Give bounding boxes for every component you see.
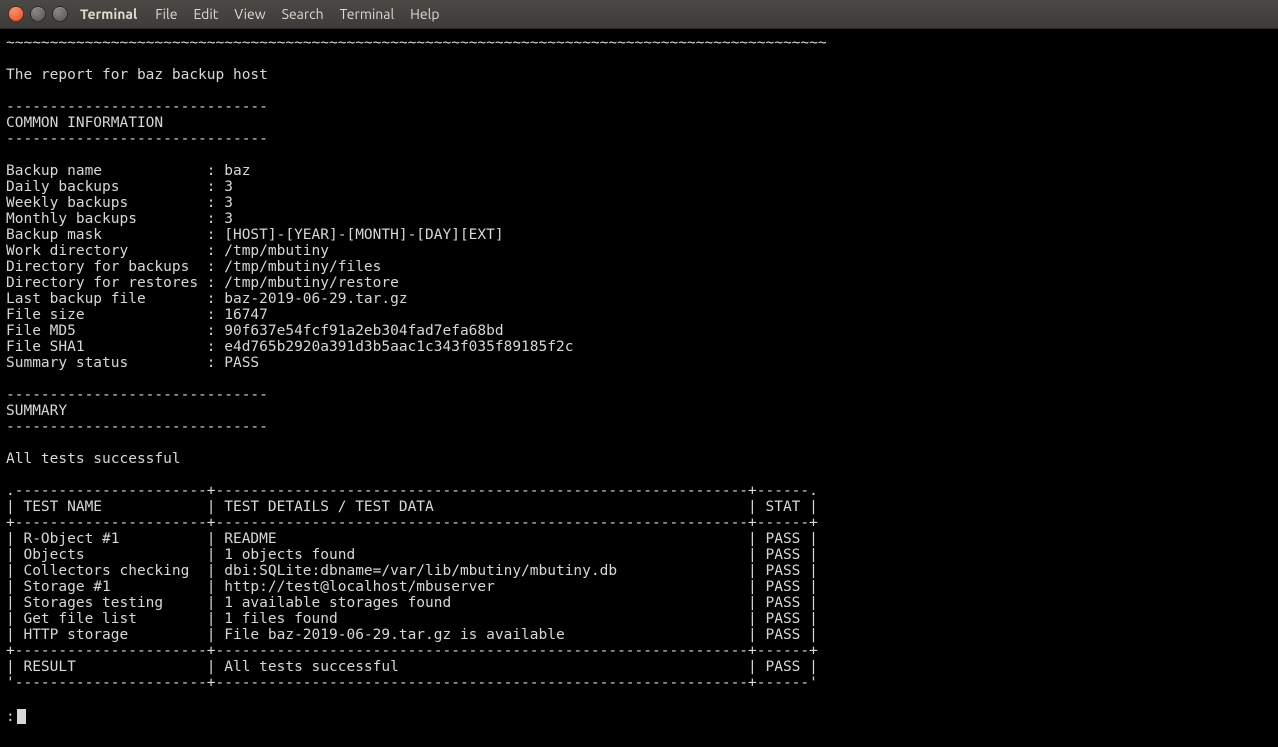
terminal-line: Directory for backups : /tmp/mbutiny/fil… <box>6 259 1272 275</box>
terminal-line: .----------------------+----------------… <box>6 483 1272 499</box>
terminal-line: ------------------------------ <box>6 99 1272 115</box>
terminal-line: +----------------------+----------------… <box>6 643 1272 659</box>
terminal-line: | Objects | 1 objects found | PASS | <box>6 547 1272 563</box>
terminal-line: +----------------------+----------------… <box>6 515 1272 531</box>
terminal-line: COMMON INFORMATION <box>6 115 1272 131</box>
menu-view[interactable]: View <box>226 6 273 22</box>
menu-help[interactable]: Help <box>402 6 447 22</box>
window-titlebar: Terminal File Edit View Search Terminal … <box>0 0 1278 29</box>
menubar: Terminal File Edit View Search Terminal … <box>80 6 448 22</box>
terminal-line <box>6 147 1272 163</box>
terminal-line: ------------------------------ <box>6 387 1272 403</box>
terminal-line: File SHA1 : e4d765b2920a391d3b5aac1c343f… <box>6 339 1272 355</box>
terminal-line: | HTTP storage | File baz-2019-06-29.tar… <box>6 627 1272 643</box>
terminal-line: ------------------------------ <box>6 131 1272 147</box>
maximize-icon[interactable] <box>52 6 68 22</box>
terminal-output[interactable]: ~~~~~~~~~~~~~~~~~~~~~~~~~~~~~~~~~~~~~~~~… <box>0 29 1278 731</box>
terminal-line: '----------------------+----------------… <box>6 675 1272 691</box>
terminal-line: SUMMARY <box>6 403 1272 419</box>
terminal-line: Summary status : PASS <box>6 355 1272 371</box>
terminal-line: Backup name : baz <box>6 163 1272 179</box>
terminal-line: Backup mask : [HOST]-[YEAR]-[MONTH]-[DAY… <box>6 227 1272 243</box>
terminal-line <box>6 467 1272 483</box>
terminal-line: | Storages testing | 1 available storage… <box>6 595 1272 611</box>
terminal-line: | Get file list | 1 files found | PASS | <box>6 611 1272 627</box>
terminal-line: File size : 16747 <box>6 307 1272 323</box>
menu-terminal[interactable]: Terminal <box>332 6 403 22</box>
terminal-line: Monthly backups : 3 <box>6 211 1272 227</box>
terminal-line: | Storage #1 | http://test@localhost/mbu… <box>6 579 1272 595</box>
terminal-line: ------------------------------ <box>6 419 1272 435</box>
terminal-line: | R-Object #1 | README | PASS | <box>6 531 1272 547</box>
terminal-line: Daily backups : 3 <box>6 179 1272 195</box>
terminal-prompt[interactable]: : <box>6 709 1272 725</box>
terminal-line: ~~~~~~~~~~~~~~~~~~~~~~~~~~~~~~~~~~~~~~~~… <box>6 35 1272 51</box>
menu-file[interactable]: File <box>147 6 185 22</box>
terminal-line: All tests successful <box>6 451 1272 467</box>
terminal-line <box>6 51 1272 67</box>
terminal-line: The report for baz backup host <box>6 67 1272 83</box>
minimize-icon[interactable] <box>30 6 46 22</box>
window-controls <box>8 6 68 22</box>
menu-search[interactable]: Search <box>274 6 332 22</box>
terminal-line: Weekly backups : 3 <box>6 195 1272 211</box>
terminal-line: Last backup file : baz-2019-06-29.tar.gz <box>6 291 1272 307</box>
menu-edit[interactable]: Edit <box>185 6 226 22</box>
app-name: Terminal <box>80 6 137 22</box>
close-icon[interactable] <box>8 6 24 22</box>
terminal-line: Directory for restores : /tmp/mbutiny/re… <box>6 275 1272 291</box>
terminal-line: | Collectors checking | dbi:SQLite:dbnam… <box>6 563 1272 579</box>
terminal-line <box>6 435 1272 451</box>
terminal-line: | RESULT | All tests successful | PASS | <box>6 659 1272 675</box>
terminal-line: | TEST NAME | TEST DETAILS / TEST DATA |… <box>6 499 1272 515</box>
terminal-line <box>6 371 1272 387</box>
terminal-line: File MD5 : 90f637e54fcf91a2eb304fad7efa6… <box>6 323 1272 339</box>
terminal-line <box>6 83 1272 99</box>
terminal-line: Work directory : /tmp/mbutiny <box>6 243 1272 259</box>
cursor-icon <box>17 709 26 724</box>
